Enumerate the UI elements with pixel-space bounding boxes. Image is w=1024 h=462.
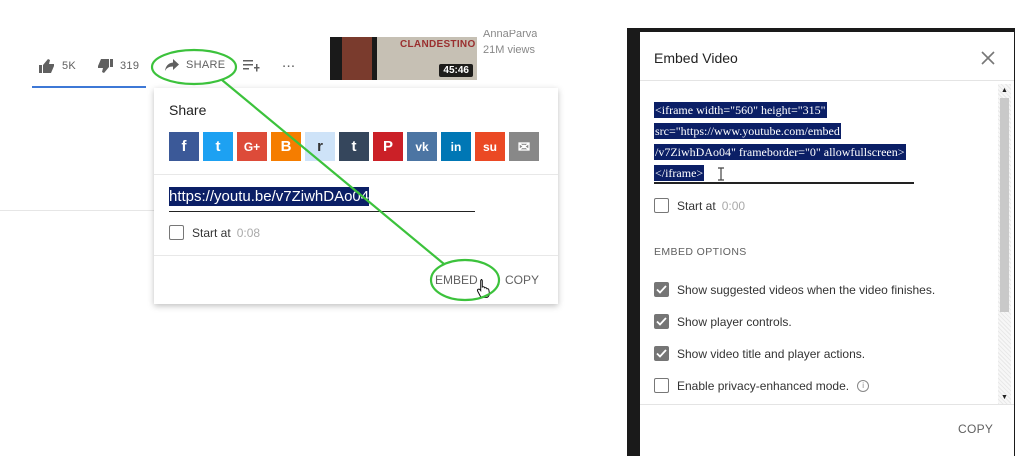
thumbs-down-icon: [98, 59, 113, 73]
divider: [154, 174, 558, 175]
divider: [640, 80, 1014, 81]
checked-checkbox[interactable]: [654, 282, 669, 297]
video-action-bar: 5K 319 SHARE ...: [32, 50, 332, 88]
embed-option-privacy[interactable]: Enable privacy-enhanced mode. i: [654, 378, 870, 393]
copy-embed-button[interactable]: COPY: [958, 422, 993, 436]
option-label: Show video title and player actions.: [677, 346, 866, 361]
unchecked-checkbox[interactable]: [654, 378, 669, 393]
tumblr-icon[interactable]: t: [339, 132, 369, 161]
embed-code-line: <iframe width="560" height="315": [654, 102, 827, 118]
embed-options-heading: EMBED OPTIONS: [654, 246, 747, 258]
embed-code-line: /v7ZiwhDAo04" frameborder="0" allowfulls…: [654, 144, 906, 160]
suggested-video-thumbnail[interactable]: CLANDESTINO 45:46: [330, 37, 477, 80]
social-share-row: f t G+ Br t Pvk in su ✉: [169, 132, 539, 161]
playlist-add-icon: [243, 60, 260, 72]
start-at-checkbox[interactable]: [169, 225, 184, 240]
share-arrow-icon: [165, 59, 179, 71]
thumbnail-title: CLANDESTINO: [400, 39, 476, 50]
start-at-label: Start at: [677, 198, 716, 213]
more-actions-button[interactable]: ...: [282, 54, 295, 71]
copy-link-button[interactable]: COPY: [505, 273, 539, 287]
hand-cursor-icon: [476, 279, 490, 298]
divider: [154, 255, 558, 256]
pinterest-icon[interactable]: P: [373, 132, 403, 161]
share-link-field[interactable]: https://youtu.be/v7ZiwhDAo04: [169, 187, 475, 212]
share-label: SHARE: [186, 59, 226, 71]
thumbs-up-icon: [39, 59, 54, 73]
linkedin-icon[interactable]: in: [441, 132, 471, 161]
close-icon[interactable]: [978, 48, 998, 68]
google-plus-icon[interactable]: G+: [237, 132, 267, 161]
embed-option-suggested[interactable]: Show suggested videos when the video fin…: [654, 282, 935, 297]
embed-option-controls[interactable]: Show player controls.: [654, 314, 792, 329]
video-duration: 45:46: [439, 64, 473, 77]
checkmark-icon: [656, 317, 667, 326]
like-count: 5K: [62, 60, 77, 72]
share-panel: Share f t G+ Br t Pvk in su ✉ https://youtu.be/v…: [154, 88, 558, 304]
suggested-video-meta: AnnaParva 21M views: [483, 30, 537, 58]
email-icon[interactable]: ✉: [509, 132, 539, 161]
checkmark-icon: [656, 349, 667, 358]
embed-option-title[interactable]: Show video title and player actions.: [654, 346, 865, 361]
embed-button[interactable]: EMBED: [435, 273, 478, 287]
embed-code-line: </iframe>: [654, 165, 705, 181]
suggested-channel: AnnaParva: [483, 30, 538, 40]
share-link-text: https://youtu.be/v7ZiwhDAo04: [169, 187, 370, 206]
embed-start-at-row: Start at 0:00: [654, 198, 745, 213]
option-label: Enable privacy-enhanced mode.: [677, 378, 850, 393]
thumbnail-figure: [342, 37, 372, 80]
embed-code-line: src="https://www.youtube.com/embed: [654, 123, 841, 139]
divider: [0, 210, 154, 211]
checkmark-icon: [656, 285, 667, 294]
like-button[interactable]: 5K: [38, 58, 76, 74]
embed-video-dialog: Embed Video <iframe width="560" height="…: [640, 32, 1014, 456]
embed-dialog-title: Embed Video: [654, 50, 738, 66]
checked-checkbox[interactable]: [654, 314, 669, 329]
embed-code-underline: [654, 182, 914, 184]
scrollbar-thumb[interactable]: [1000, 98, 1009, 312]
share-start-at-row: Start at 0:08: [169, 225, 260, 240]
info-icon[interactable]: i: [857, 379, 870, 392]
embed-code-textarea[interactable]: <iframe width="560" height="315" src="ht…: [654, 100, 914, 184]
divider: [640, 404, 1014, 405]
scroll-down-arrow-icon[interactable]: ▼: [1000, 393, 1009, 402]
share-title: Share: [169, 102, 207, 118]
start-at-label: Start at: [192, 225, 231, 240]
facebook-icon[interactable]: f: [169, 132, 199, 161]
stumbleupon-icon[interactable]: su: [475, 132, 505, 161]
checked-checkbox[interactable]: [654, 346, 669, 361]
suggested-views: 21M views: [483, 44, 535, 56]
text-cursor-icon: [718, 167, 725, 181]
add-to-playlist-button[interactable]: [242, 58, 260, 72]
vk-icon[interactable]: vk: [407, 132, 437, 161]
scroll-up-arrow-icon[interactable]: ▲: [1000, 86, 1009, 95]
embed-dialog-body: <iframe width="560" height="315" src="ht…: [640, 84, 1014, 402]
option-label: Show player controls.: [677, 314, 792, 329]
share-button[interactable]: SHARE: [164, 58, 225, 72]
start-at-time[interactable]: 0:08: [237, 226, 260, 240]
dislike-count: 319: [120, 60, 140, 72]
start-at-checkbox[interactable]: [654, 198, 669, 213]
dialog-scrollbar[interactable]: ▲ ▼: [998, 84, 1011, 404]
option-label: Show suggested videos when the video fin…: [677, 282, 936, 297]
twitter-icon[interactable]: t: [203, 132, 233, 161]
start-at-time[interactable]: 0:00: [722, 199, 745, 213]
dislike-button[interactable]: 319: [96, 58, 139, 74]
reddit-icon[interactable]: r: [305, 132, 335, 161]
blogger-icon[interactable]: B: [271, 132, 301, 161]
